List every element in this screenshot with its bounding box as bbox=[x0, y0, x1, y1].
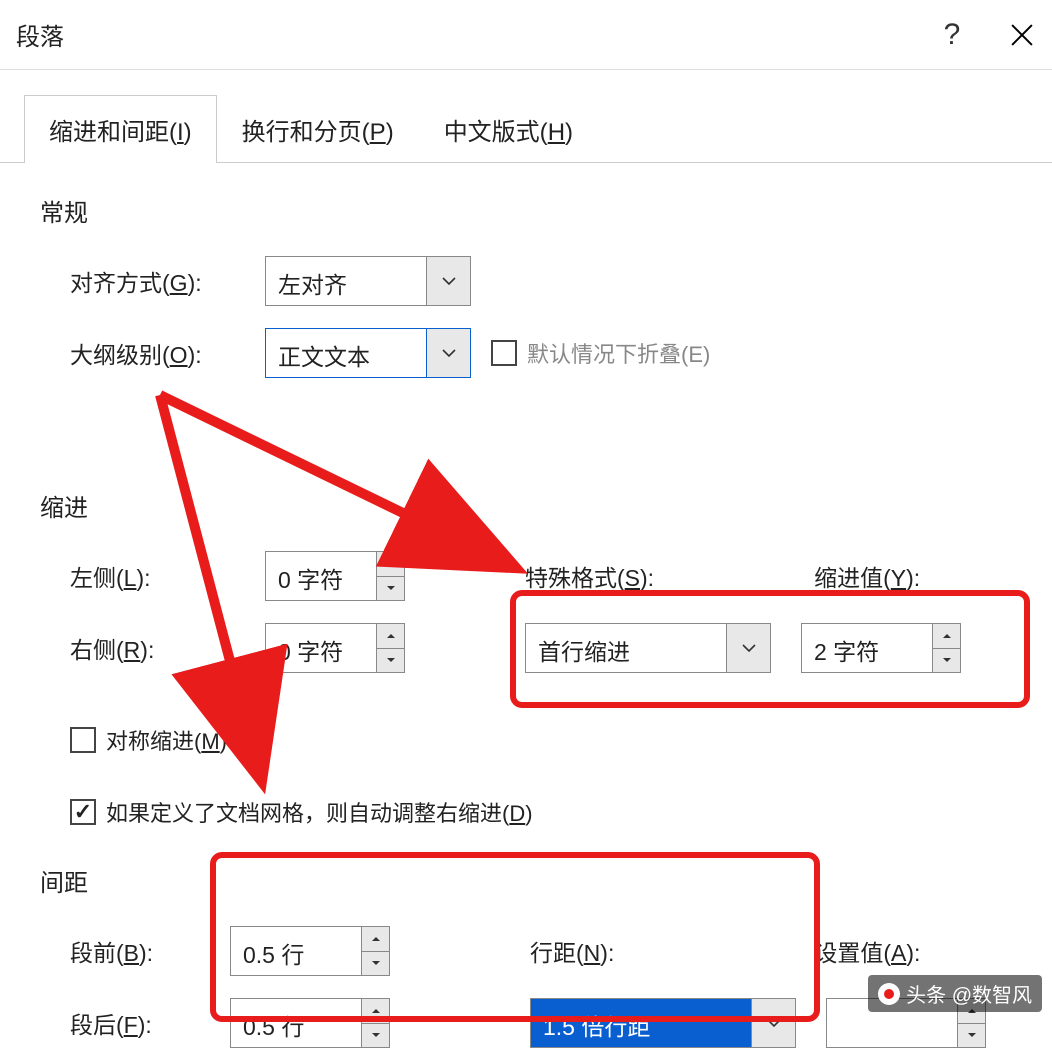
indent-left-spinner[interactable]: 0 字符 bbox=[265, 551, 405, 601]
section-spacing: 间距 bbox=[40, 863, 1052, 898]
help-button[interactable]: ? bbox=[920, 18, 984, 52]
space-after-value: 0.5 行 bbox=[231, 999, 361, 1047]
space-before-value: 0.5 行 bbox=[231, 927, 361, 975]
line-spacing-combo[interactable]: 1.5 倍行距 bbox=[530, 998, 796, 1048]
space-after-label: 段后(F): bbox=[70, 1006, 230, 1040]
spinner-up-icon[interactable] bbox=[377, 624, 404, 649]
outline-level-value: 正文文本 bbox=[266, 329, 426, 377]
indent-by-spinner[interactable]: 2 字符 bbox=[801, 623, 961, 673]
section-general: 常规 bbox=[40, 193, 1052, 228]
indent-right-value: 0 字符 bbox=[266, 624, 376, 672]
dialog-title: 段落 bbox=[16, 17, 920, 52]
special-format-combo[interactable]: 首行缩进 bbox=[525, 623, 771, 673]
collapse-by-default-checkbox[interactable]: 默认情况下折叠(E) bbox=[491, 337, 710, 369]
indent-left-label: 左侧(L): bbox=[70, 559, 265, 593]
spinner-down-icon[interactable] bbox=[362, 952, 389, 976]
auto-adjust-right-indent-checkbox[interactable]: 如果定义了文档网格，则自动调整右缩进(D) bbox=[70, 796, 533, 828]
checkbox-checked-icon bbox=[70, 799, 96, 825]
spinner-down-icon[interactable] bbox=[377, 577, 404, 601]
outline-level-label: 大纲级别(O): bbox=[70, 336, 265, 370]
checkbox-icon bbox=[70, 727, 96, 753]
space-before-spinner[interactable]: 0.5 行 bbox=[230, 926, 390, 976]
spinner-up-icon[interactable] bbox=[362, 999, 389, 1024]
space-before-label: 段前(B): bbox=[70, 934, 230, 968]
spinner-up-icon[interactable] bbox=[933, 624, 960, 649]
chevron-down-icon[interactable] bbox=[751, 999, 795, 1047]
spinner-down-icon[interactable] bbox=[377, 649, 404, 673]
special-format-label: 特殊格式(S): bbox=[525, 559, 654, 593]
watermark-logo-icon bbox=[878, 983, 900, 1005]
tab-strip: 缩进和间距(I) 换行和分页(P) 中文版式(H) bbox=[0, 94, 1052, 163]
mirror-indent-checkbox[interactable]: 对称缩进(M) bbox=[70, 724, 227, 756]
chevron-down-icon[interactable] bbox=[726, 624, 770, 672]
spinner-up-icon[interactable] bbox=[377, 552, 404, 577]
alignment-combo[interactable]: 左对齐 bbox=[265, 256, 471, 306]
line-spacing-label: 行距(N): bbox=[530, 934, 614, 968]
checkbox-icon bbox=[491, 340, 517, 366]
alignment-value: 左对齐 bbox=[266, 257, 426, 305]
tab-line-page-breaks[interactable]: 换行和分页(P) bbox=[217, 95, 419, 163]
watermark: 头条 @数智风 bbox=[868, 975, 1042, 1012]
spinner-down-icon[interactable] bbox=[958, 1024, 985, 1048]
indent-left-value: 0 字符 bbox=[266, 552, 376, 600]
close-button[interactable] bbox=[1008, 21, 1036, 49]
tab-asian-typography[interactable]: 中文版式(H) bbox=[419, 95, 598, 163]
space-after-spinner[interactable]: 0.5 行 bbox=[230, 998, 390, 1048]
alignment-label: 对齐方式(G): bbox=[70, 264, 265, 298]
spinner-down-icon[interactable] bbox=[362, 1024, 389, 1048]
special-format-value: 首行缩进 bbox=[526, 624, 726, 672]
indent-right-label: 右侧(R): bbox=[70, 631, 265, 665]
spinner-down-icon[interactable] bbox=[933, 649, 960, 673]
tab-indent-spacing[interactable]: 缩进和间距(I) bbox=[24, 95, 217, 163]
spacing-at-label: 设置值(A): bbox=[814, 934, 920, 968]
indent-right-spinner[interactable]: 0 字符 bbox=[265, 623, 405, 673]
indent-by-label: 缩进值(Y): bbox=[814, 559, 920, 593]
outline-level-combo[interactable]: 正文文本 bbox=[265, 328, 471, 378]
spinner-up-icon[interactable] bbox=[362, 927, 389, 952]
section-indent: 缩进 bbox=[40, 488, 1052, 523]
indent-by-value: 2 字符 bbox=[802, 624, 932, 672]
chevron-down-icon[interactable] bbox=[426, 329, 470, 377]
line-spacing-value: 1.5 倍行距 bbox=[531, 999, 751, 1047]
chevron-down-icon[interactable] bbox=[426, 257, 470, 305]
